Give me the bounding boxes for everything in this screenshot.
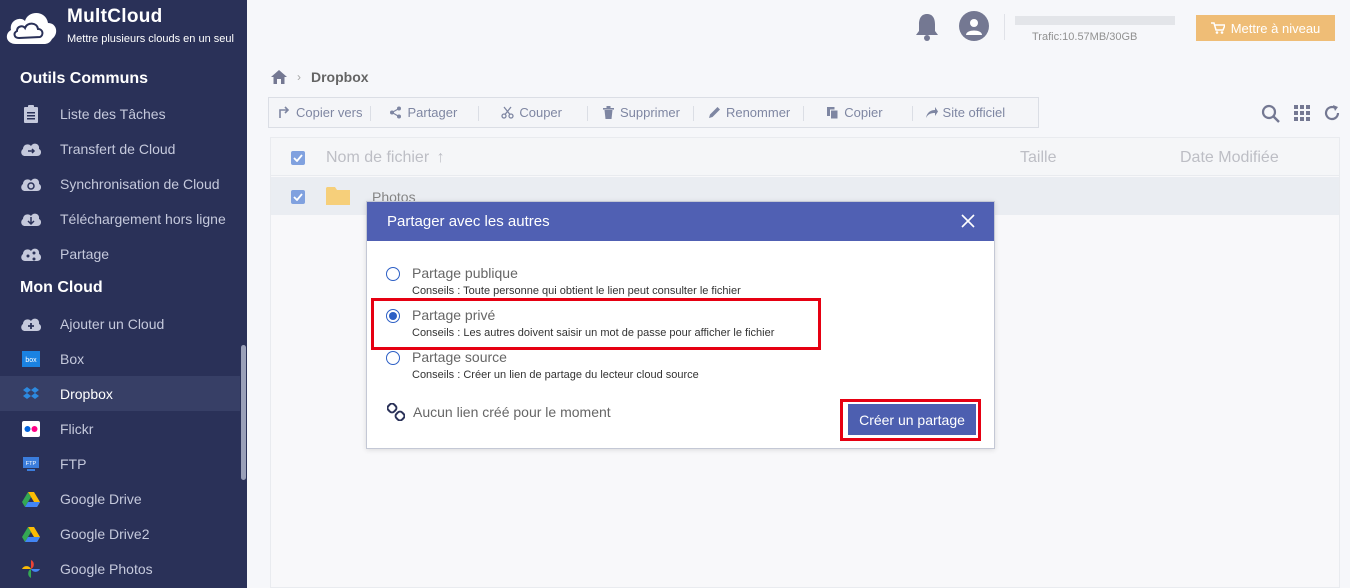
- sidebar-item-label: Box: [60, 350, 85, 367]
- no-link-text: Aucun lien créé pour le moment: [413, 404, 611, 420]
- sidebar-item-label: Synchronisation de Cloud: [60, 175, 220, 192]
- sidebar-item-google-drive2[interactable]: Google Drive2: [0, 516, 240, 551]
- sidebar-item-label: Transfert de Cloud: [60, 140, 176, 157]
- flickr-icon: [20, 418, 42, 440]
- sidebar-item-google-photos[interactable]: Google Photos: [0, 551, 240, 586]
- app-name: MultCloud: [67, 6, 163, 27]
- sidebar-item-offline-download[interactable]: Téléchargement hors ligne: [0, 201, 240, 236]
- sidebar-item-label: Partage: [60, 245, 110, 262]
- google-drive-icon: [20, 523, 42, 545]
- dialog-header: Partager avec les autres: [367, 202, 994, 241]
- sidebar-item-label: Téléchargement hors ligne: [60, 210, 226, 227]
- sidebar-item-cloud-sync[interactable]: Synchronisation de Cloud: [0, 166, 240, 201]
- option-hint: Conseils : Créer un lien de partage du l…: [412, 369, 699, 381]
- sidebar-item-label: FTP: [60, 455, 87, 472]
- dialog-title: Partager avec les autres: [387, 213, 550, 230]
- option-hint: Conseils : Les autres doivent saisir un …: [412, 327, 775, 339]
- sidebar-item-dropbox[interactable]: Dropbox: [0, 376, 240, 411]
- section-title-tools: Outils Communs: [20, 70, 149, 87]
- sidebar: MultCloud Mettre plusieurs clouds en un …: [0, 0, 247, 588]
- multcloud-logo-icon: [6, 12, 57, 44]
- app-logo[interactable]: MultCloud Mettre plusieurs clouds en un …: [0, 0, 247, 62]
- sidebar-item-label: Dropbox: [60, 385, 113, 402]
- sidebar-scrollbar[interactable]: [241, 345, 246, 480]
- sidebar-item-label: Ajouter un Cloud: [60, 315, 165, 332]
- dropbox-icon: [20, 383, 42, 405]
- section-title-clouds: Mon Cloud: [20, 279, 103, 296]
- ftp-icon: FTP: [20, 453, 42, 475]
- cloud-transfer-icon: [20, 138, 42, 160]
- radio-public-share[interactable]: [386, 267, 400, 281]
- option-label: Partage privé: [412, 307, 496, 323]
- app-tagline: Mettre plusieurs clouds en un seul: [67, 33, 234, 45]
- svg-text:box: box: [25, 357, 37, 364]
- option-label: Partage source: [412, 349, 507, 365]
- sidebar-item-ftp[interactable]: FTP FTP: [0, 446, 240, 481]
- no-link-status: Aucun lien créé pour le moment: [387, 403, 611, 421]
- link-icon: [387, 403, 405, 421]
- sidebar-item-label: Google Photos: [60, 560, 153, 577]
- google-drive-icon: [20, 488, 42, 510]
- box-icon: box: [20, 348, 42, 370]
- share-dialog: Partager avec les autres Partage publiqu…: [366, 201, 995, 449]
- sidebar-item-cloud-transfer[interactable]: Transfert de Cloud: [0, 131, 240, 166]
- google-photos-icon: [20, 558, 42, 580]
- cloud-download-icon: [20, 208, 42, 230]
- cloud-sync-icon: [20, 173, 42, 195]
- sidebar-item-label: Google Drive2: [60, 525, 150, 542]
- create-share-button[interactable]: Créer un partage: [848, 404, 976, 435]
- sidebar-item-share[interactable]: Partage: [0, 236, 240, 271]
- sidebar-item-label: Liste des Tâches: [60, 105, 166, 122]
- sidebar-item-label: Google Drive: [60, 490, 142, 507]
- clipboard-icon: [20, 103, 42, 125]
- sidebar-item-label: Flickr: [60, 420, 94, 437]
- radio-source-share[interactable]: [386, 351, 400, 365]
- sidebar-item-box[interactable]: box Box: [0, 341, 240, 376]
- sidebar-item-flickr[interactable]: Flickr: [0, 411, 240, 446]
- sidebar-item-add-cloud[interactable]: Ajouter un Cloud: [0, 306, 240, 341]
- option-hint: Conseils : Toute personne qui obtient le…: [412, 285, 741, 297]
- highlight-private-share: [371, 298, 821, 350]
- option-label: Partage publique: [412, 265, 518, 281]
- close-icon[interactable]: [960, 213, 976, 229]
- cloud-share-icon: [20, 243, 42, 265]
- cloud-add-icon: [20, 313, 42, 335]
- sidebar-item-google-drive[interactable]: Google Drive: [0, 481, 240, 516]
- sidebar-item-task-list[interactable]: Liste des Tâches: [0, 96, 240, 131]
- radio-private-share[interactable]: [386, 309, 400, 323]
- svg-text:FTP: FTP: [26, 461, 37, 467]
